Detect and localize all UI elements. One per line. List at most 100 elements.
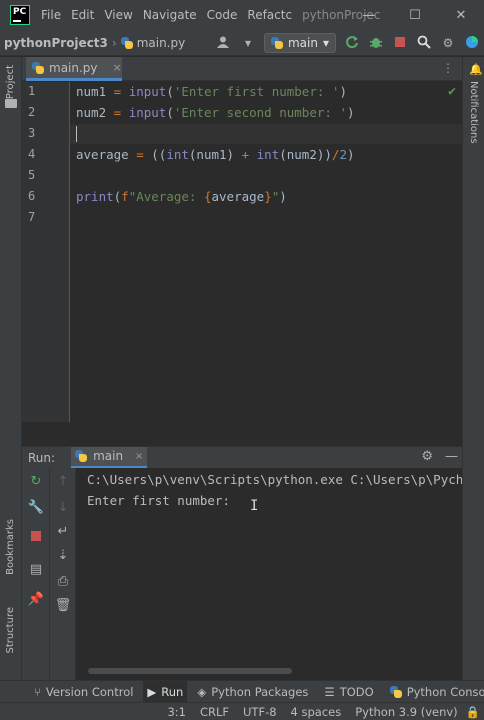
tab-main-py[interactable]: main.py × [26, 57, 122, 81]
search-icon[interactable] [412, 35, 436, 52]
line-number: 3 [28, 126, 36, 140]
code-editor[interactable]: 1 2 3 4 5 6 7 ✔ num1 = input('Enter firs… [22, 82, 462, 446]
code-token: (num2)) [279, 147, 332, 162]
tool-button-python-packages[interactable]: ◈ Python Packages [193, 681, 312, 703]
hide-panel-icon[interactable]: — [445, 449, 458, 464]
project-folder-icon[interactable] [5, 99, 17, 108]
code-token: f [121, 189, 129, 204]
menu-file[interactable]: File [41, 8, 61, 22]
rerun-icon[interactable] [340, 35, 364, 52]
trash-icon[interactable]: 🗑 [49, 598, 77, 613]
indent-setting[interactable]: 4 spaces [291, 705, 342, 719]
menu-edit[interactable]: Edit [71, 8, 94, 22]
close-window-button[interactable]: ✕ [438, 8, 484, 23]
main-menu: File Edit View Navigate Code Refactc pyt… [41, 8, 390, 22]
python-interpreter[interactable]: Python 3.9 (venv) [355, 705, 457, 719]
code-token: num1 [76, 84, 114, 99]
rerun-icon[interactable]: ↻ [22, 474, 50, 489]
file-encoding[interactable]: UTF-8 [243, 705, 277, 719]
wrench-icon[interactable]: 🔧 [22, 500, 50, 515]
jetbrains-toolbox-icon[interactable] [460, 35, 484, 52]
close-tab-icon[interactable]: × [113, 61, 122, 74]
menu-code[interactable]: Code [207, 8, 238, 22]
python-config-icon [75, 450, 88, 462]
code-token: num2 [76, 105, 114, 120]
tool-button-label: Python Packages [211, 684, 309, 699]
caret-position[interactable]: 3:1 [167, 705, 186, 719]
run-configuration-label: main [287, 36, 318, 50]
text-cursor-icon: I [250, 498, 259, 514]
console-input-prompt[interactable]: Enter first number: [87, 493, 238, 508]
close-run-tab-icon[interactable]: × [135, 451, 143, 462]
tool-button-run[interactable]: ▶ Run [143, 680, 188, 703]
run-tab-main[interactable]: main × [71, 446, 148, 469]
maximize-button[interactable]: ☐ [392, 8, 438, 23]
run-panel-header: Run: main × ⚙ — [22, 446, 462, 469]
stop-square [31, 531, 41, 541]
settings-gear-icon[interactable]: ⚙ [436, 36, 460, 50]
line-number: 2 [28, 105, 36, 119]
python-file-icon [32, 61, 44, 74]
arrow-up-icon[interactable]: ↑ [49, 474, 77, 489]
navigation-bar: pythonProject3 › main.py ▾ main ▾ ⚙ [0, 30, 484, 56]
tool-button-label: Version Control [45, 684, 134, 699]
code-token: average [211, 189, 265, 204]
debug-bug-icon[interactable] [364, 35, 388, 52]
code-token: (( [143, 147, 167, 162]
python-config-icon [270, 37, 283, 49]
print-icon[interactable]: ⎙ [49, 574, 77, 589]
tool-button-label: TODO [339, 684, 374, 699]
tabs-menu-icon[interactable]: ⋮ [442, 61, 454, 75]
current-line-highlight [70, 124, 462, 144]
code-token: average = ((int(num1) + int(num2))/2) [76, 147, 355, 162]
menu-view[interactable]: View [104, 8, 132, 22]
menu-refactor[interactable]: Refactc [247, 8, 292, 22]
breadcrumb-project[interactable]: pythonProject3 [4, 36, 108, 50]
run-configuration-select[interactable]: main ▾ [263, 33, 336, 53]
code-token: ) [346, 147, 355, 162]
tool-tab-notifications[interactable]: Notifications [468, 81, 479, 144]
code-token: average [76, 147, 137, 162]
run-header-tools: ⚙ — [421, 449, 458, 464]
stop-icon[interactable] [22, 530, 50, 545]
scroll-to-end-icon[interactable]: ⇣ [49, 548, 77, 563]
code-token: 2 [339, 147, 347, 162]
run-settings-gear-icon[interactable]: ⚙ [421, 449, 433, 464]
horizontal-scrollbar[interactable] [88, 668, 292, 674]
tab-label: main.py [49, 60, 98, 75]
run-console[interactable]: C:\Users\p\venv\Scripts\python.exe C:\Us… [76, 468, 462, 680]
breadcrumb-file[interactable]: main.py [120, 36, 185, 50]
code-token: = [136, 147, 144, 162]
no-problems-check-icon[interactable]: ✔ [448, 84, 456, 99]
code-token: 'Enter second number: ' [173, 105, 347, 120]
code-token: ( [166, 84, 174, 99]
notifications-bell-icon[interactable]: 🔔 [469, 63, 483, 76]
code-line-6: print(f"Average: {average}") [76, 189, 287, 204]
version-control-icon: ⑂ [34, 684, 41, 699]
text-caret [76, 126, 77, 142]
soft-wrap-icon[interactable]: ↵ [49, 524, 77, 539]
tool-tab-bookmarks[interactable]: Bookmarks [5, 519, 16, 575]
tool-button-python-console[interactable]: Python Console [386, 681, 484, 703]
tool-tab-project[interactable]: Project [5, 65, 16, 99]
lock-icon[interactable]: 🔒 [466, 705, 480, 719]
pin-icon[interactable]: 📌 [22, 592, 50, 607]
code-token: int [166, 147, 189, 162]
menu-navigate[interactable]: Navigate [143, 8, 197, 22]
line-separator[interactable]: CRLF [200, 705, 229, 719]
layout-icon[interactable]: ▤ [22, 562, 50, 577]
code-token: "Average: [128, 189, 204, 204]
code-token: num1 = input('Enter first number: ') [76, 84, 347, 99]
stop-button[interactable] [388, 36, 412, 50]
tool-button-todo[interactable]: ☰ TODO [320, 681, 377, 703]
user-dropdown-icon[interactable]: ▾ [236, 36, 260, 50]
code-token: { [203, 189, 212, 204]
run-panel-label: Run: [28, 450, 56, 465]
user-icon[interactable] [212, 36, 236, 51]
tool-button-version-control[interactable]: ⑂ Version Control [30, 681, 137, 703]
tool-tab-structure[interactable]: Structure [5, 607, 16, 654]
minimize-button[interactable]: — [346, 8, 392, 23]
arrow-down-icon[interactable]: ↓ [49, 500, 77, 515]
